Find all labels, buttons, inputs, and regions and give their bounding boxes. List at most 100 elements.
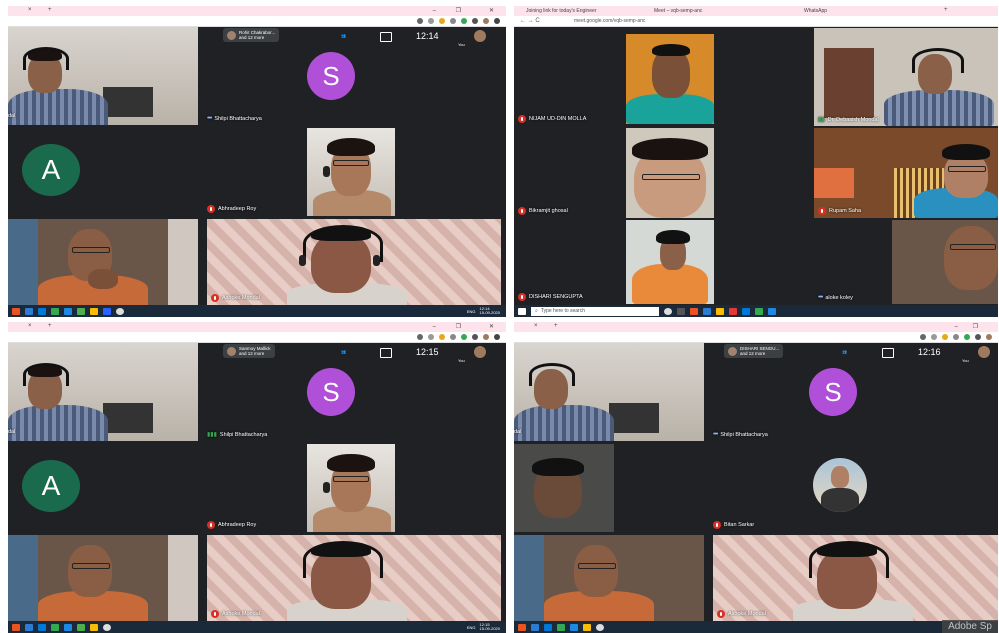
active-speaker-chip[interactable]: Sanmoy Mallick and 12 more	[223, 344, 275, 358]
app-icon[interactable]	[12, 307, 20, 315]
app-icon[interactable]	[64, 307, 72, 315]
extension-icon[interactable]	[953, 334, 959, 340]
participant-tile[interactable]: S ••• Shilpi Bhattacharya	[709, 360, 998, 440]
window-restore-icon[interactable]: ❐	[456, 322, 461, 332]
app-icon[interactable]	[531, 623, 539, 631]
chat-icon[interactable]	[380, 32, 392, 42]
active-speaker-chip[interactable]: Rohit Chakrabor... and 12 more	[223, 28, 280, 42]
self-avatar[interactable]	[978, 346, 990, 358]
app-icon[interactable]	[12, 623, 20, 631]
extension-icon[interactable]	[450, 334, 456, 340]
more-options-icon[interactable]: •••	[818, 294, 823, 301]
participant-tile[interactable]: ▮▮ Dr. Debasish Mondal	[814, 28, 998, 126]
extension-icon[interactable]	[439, 334, 445, 340]
participant-tile[interactable]: A	[8, 128, 198, 216]
participant-tile[interactable]: Bikramjit ghosal	[514, 128, 814, 218]
tab-meet[interactable]: Meet – vqb-semp-anc	[654, 7, 734, 16]
chat-icon[interactable]	[380, 348, 392, 358]
cast-icon[interactable]	[417, 18, 423, 24]
app-icon[interactable]	[38, 623, 46, 631]
new-tab-button[interactable]: +	[48, 323, 52, 329]
people-icon[interactable]: 👥	[341, 33, 353, 41]
extension-icon[interactable]	[964, 334, 970, 340]
participant-tile[interactable]: Ashoke Mondal	[713, 535, 998, 621]
windows-start-icon[interactable]	[518, 307, 526, 315]
people-icon[interactable]: 👥	[842, 349, 854, 357]
extension-icon[interactable]	[461, 18, 467, 24]
participant-tile[interactable]: Rupam Saha	[814, 128, 998, 218]
more-options-icon[interactable]: •••	[207, 115, 212, 122]
extension-icon[interactable]	[942, 334, 948, 340]
star-icon[interactable]	[428, 334, 434, 340]
window-restore-icon[interactable]: ❐	[456, 6, 461, 16]
app-icon[interactable]	[25, 307, 33, 315]
extension-icon[interactable]	[450, 18, 456, 24]
app-icon[interactable]	[677, 307, 685, 315]
participant-tile[interactable]: Abhradeep Roy	[203, 128, 501, 216]
extension-icon[interactable]	[461, 334, 467, 340]
participant-tile[interactable]	[514, 444, 614, 532]
tab-close-icon[interactable]: ×	[28, 323, 32, 329]
language-indicator[interactable]: ENG	[467, 309, 476, 314]
window-close-icon[interactable]: ✕	[489, 322, 494, 332]
app-icon[interactable]	[90, 623, 98, 631]
window-minimize-icon[interactable]: –	[955, 322, 958, 332]
people-icon[interactable]: 👥	[341, 349, 353, 357]
active-speaker-chip[interactable]: DISHARI SENGU... and 12 more	[724, 344, 784, 358]
participant-tile[interactable]: S ••• Shilpi Bhattacharya	[203, 44, 501, 124]
taskbar-search[interactable]: ⌕ Type here to search	[531, 306, 659, 316]
gear-icon[interactable]	[596, 623, 604, 631]
new-tab-button[interactable]: +	[944, 7, 948, 13]
app-icon[interactable]	[103, 307, 111, 315]
participant-tile[interactable]: ••• aloke koley	[814, 220, 998, 304]
cast-icon[interactable]	[920, 334, 926, 340]
tab-engineer-link[interactable]: Joining link for today's Engineer	[526, 7, 616, 16]
participant-tile[interactable]: dal	[8, 343, 198, 441]
self-avatar[interactable]	[474, 30, 486, 42]
self-avatar[interactable]	[474, 346, 486, 358]
participant-tile[interactable]: Abhradeep Roy	[203, 444, 501, 532]
puzzle-icon[interactable]	[472, 334, 478, 340]
app-icon[interactable]	[90, 307, 98, 315]
more-options-icon[interactable]: •••	[713, 431, 718, 438]
puzzle-icon[interactable]	[472, 18, 478, 24]
profile-avatar[interactable]	[483, 334, 489, 340]
participant-tile[interactable]	[8, 535, 198, 621]
app-icon[interactable]	[664, 307, 672, 315]
app-icon[interactable]	[77, 307, 85, 315]
star-icon[interactable]	[931, 334, 937, 340]
participant-tile[interactable]: dal	[514, 343, 704, 441]
chat-icon[interactable]	[882, 348, 894, 358]
participant-tile[interactable]: Bitan Sarkar	[709, 444, 998, 532]
app-icon[interactable]	[583, 623, 591, 631]
new-tab-button[interactable]: +	[48, 7, 52, 13]
window-restore-icon[interactable]: ❐	[973, 322, 978, 332]
app-icon[interactable]	[703, 307, 711, 315]
app-icon[interactable]	[25, 623, 33, 631]
app-icon[interactable]	[570, 623, 578, 631]
url-bar[interactable]: meet.google.com/vqb-semp-anc	[574, 17, 645, 25]
star-icon[interactable]	[428, 18, 434, 24]
participant-tile[interactable]: DISHARI SENGUPTA	[514, 220, 814, 304]
app-icon[interactable]	[77, 623, 85, 631]
cast-icon[interactable]	[417, 334, 423, 340]
participant-tile[interactable]	[8, 219, 198, 305]
profile-avatar[interactable]	[483, 18, 489, 24]
new-tab-button[interactable]: +	[554, 323, 558, 329]
app-icon[interactable]	[518, 623, 526, 631]
back-forward-reload[interactable]: ← → C	[520, 16, 540, 26]
puzzle-icon[interactable]	[975, 334, 981, 340]
tab-whatsapp[interactable]: WhatsApp	[804, 7, 864, 16]
app-icon[interactable]	[544, 623, 552, 631]
menu-icon[interactable]	[494, 18, 500, 24]
app-icon[interactable]	[729, 307, 737, 315]
participant-tile[interactable]: Ashoke Mondal	[207, 535, 501, 621]
app-icon[interactable]	[742, 307, 750, 315]
window-minimize-icon[interactable]: –	[433, 6, 436, 16]
window-close-icon[interactable]: ✕	[489, 6, 494, 16]
participant-tile[interactable]	[514, 535, 704, 621]
extension-icon[interactable]	[439, 18, 445, 24]
participant-tile[interactable]: NIJAM UD-DIN MOLLA	[514, 28, 714, 126]
participant-tile[interactable]: dal	[8, 27, 198, 125]
app-icon[interactable]	[51, 623, 59, 631]
